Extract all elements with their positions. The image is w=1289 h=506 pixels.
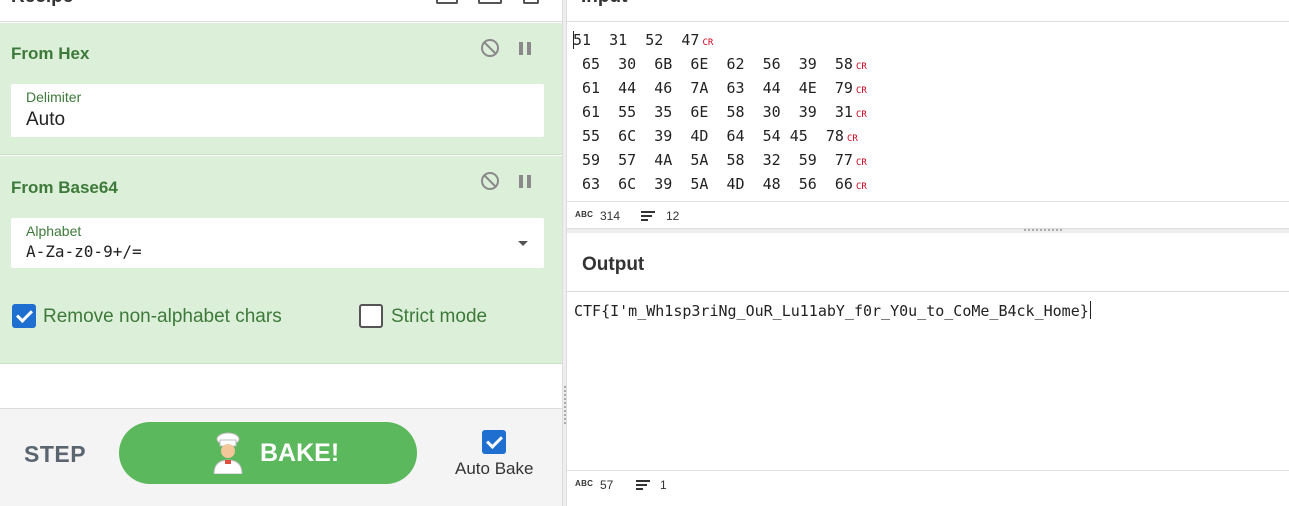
bake-button[interactable]: BAKE! xyxy=(119,422,417,484)
recipe-header: Recipe xyxy=(0,0,562,22)
output-length: 57 xyxy=(600,478,614,492)
input-line-count: 12 xyxy=(666,209,680,223)
input-line: 61 44 46 7A 63 44 4E 79 CR xyxy=(573,79,867,97)
load-recipe-icon[interactable] xyxy=(478,0,502,4)
input-pane: Input 51 31 52 47CR 65 30 6B 6E 62 56 39… xyxy=(567,0,1289,228)
input-title: Input xyxy=(581,0,627,8)
output-header: Output xyxy=(567,233,1289,292)
operation-from-base64: From Base64 Alphabet A-Za-z0-9+/= Remove… xyxy=(0,156,562,364)
alphabet-select[interactable]: Alphabet A-Za-z0-9+/= xyxy=(11,218,544,268)
remove-non-alphabet-label[interactable]: Remove non-alphabet chars xyxy=(43,306,282,328)
operation-title: From Hex xyxy=(11,44,90,63)
save-recipe-icon[interactable] xyxy=(436,0,458,4)
splitter-grip-icon[interactable] xyxy=(564,386,566,424)
input-length: 314 xyxy=(600,209,621,223)
input-line: 63 6C 39 5A 4D 48 56 66 CR xyxy=(573,175,867,193)
lines-icon xyxy=(636,480,650,490)
output-line-count: 1 xyxy=(660,478,667,492)
input-line: 55 6C 39 4D 64 54 45 78 CR xyxy=(573,127,858,145)
step-button[interactable]: STEP xyxy=(24,441,86,468)
length-icon: ABC xyxy=(575,479,594,488)
output-status-bar: ABC 57 1 xyxy=(567,470,1289,506)
input-line: 51 31 52 47 CR xyxy=(573,31,714,49)
operation-title: From Base64 xyxy=(11,178,118,197)
splitter-grip-icon[interactable] xyxy=(1024,229,1062,231)
alphabet-label: Alphabet xyxy=(26,223,82,239)
recipe-pane: Recipe From Hex Delimiter Auto From Base… xyxy=(0,0,562,506)
disable-icon[interactable] xyxy=(481,39,499,57)
auto-bake-label[interactable]: Auto Bake xyxy=(455,459,533,479)
remove-non-alphabet-checkbox[interactable] xyxy=(12,304,36,328)
input-line: 59 57 4A 5A 58 32 59 77 CR xyxy=(573,151,867,169)
strict-mode-checkbox[interactable] xyxy=(359,304,383,328)
auto-bake-checkbox[interactable] xyxy=(482,430,506,454)
text-caret xyxy=(573,31,574,49)
delimiter-value[interactable]: Auto xyxy=(26,109,65,131)
recipe-controls: STEP BAKE! Auto Bake xyxy=(0,408,562,506)
clear-recipe-icon[interactable] xyxy=(523,0,539,4)
bake-label: BAKE! xyxy=(260,439,340,467)
delimiter-label: Delimiter xyxy=(26,89,82,105)
disable-icon[interactable] xyxy=(481,172,499,190)
chevron-down-icon[interactable] xyxy=(518,241,528,246)
chef-icon xyxy=(213,432,243,474)
recipe-title: Recipe xyxy=(11,0,73,8)
pause-icon[interactable] xyxy=(519,175,531,188)
output-title: Output xyxy=(582,254,645,275)
output-value: CTF{I'm_Wh1sp3riNg_OuR_Lu11abY_f0r_Y0u_t… xyxy=(574,302,1089,320)
delimiter-field[interactable]: Delimiter Auto xyxy=(11,84,544,137)
input-header: Input xyxy=(567,0,1289,22)
alphabet-value[interactable]: A-Za-z0-9+/= xyxy=(26,242,142,261)
input-line: 65 30 6B 6E 62 56 39 58 CR xyxy=(573,55,867,73)
input-line: 61 55 35 6E 58 30 39 31 CR xyxy=(573,103,867,121)
text-caret xyxy=(1089,301,1091,319)
output-textarea[interactable]: CTF{I'm_Wh1sp3riNg_OuR_Lu11abY_f0r_Y0u_t… xyxy=(574,301,1091,320)
strict-mode-label[interactable]: Strict mode xyxy=(391,306,487,328)
lines-icon xyxy=(641,211,655,221)
length-icon: ABC xyxy=(575,210,594,219)
input-status-bar: ABC 314 12 xyxy=(567,201,1289,228)
output-pane: Output CTF{I'm_Wh1sp3riNg_OuR_Lu11abY_f0… xyxy=(567,233,1289,506)
pause-icon[interactable] xyxy=(519,42,531,55)
operation-from-hex: From Hex Delimiter Auto xyxy=(0,23,562,155)
input-textarea[interactable]: 51 31 52 47 CR 65 30 6B 6E 62 56 39 58 CR … xyxy=(573,30,1273,200)
